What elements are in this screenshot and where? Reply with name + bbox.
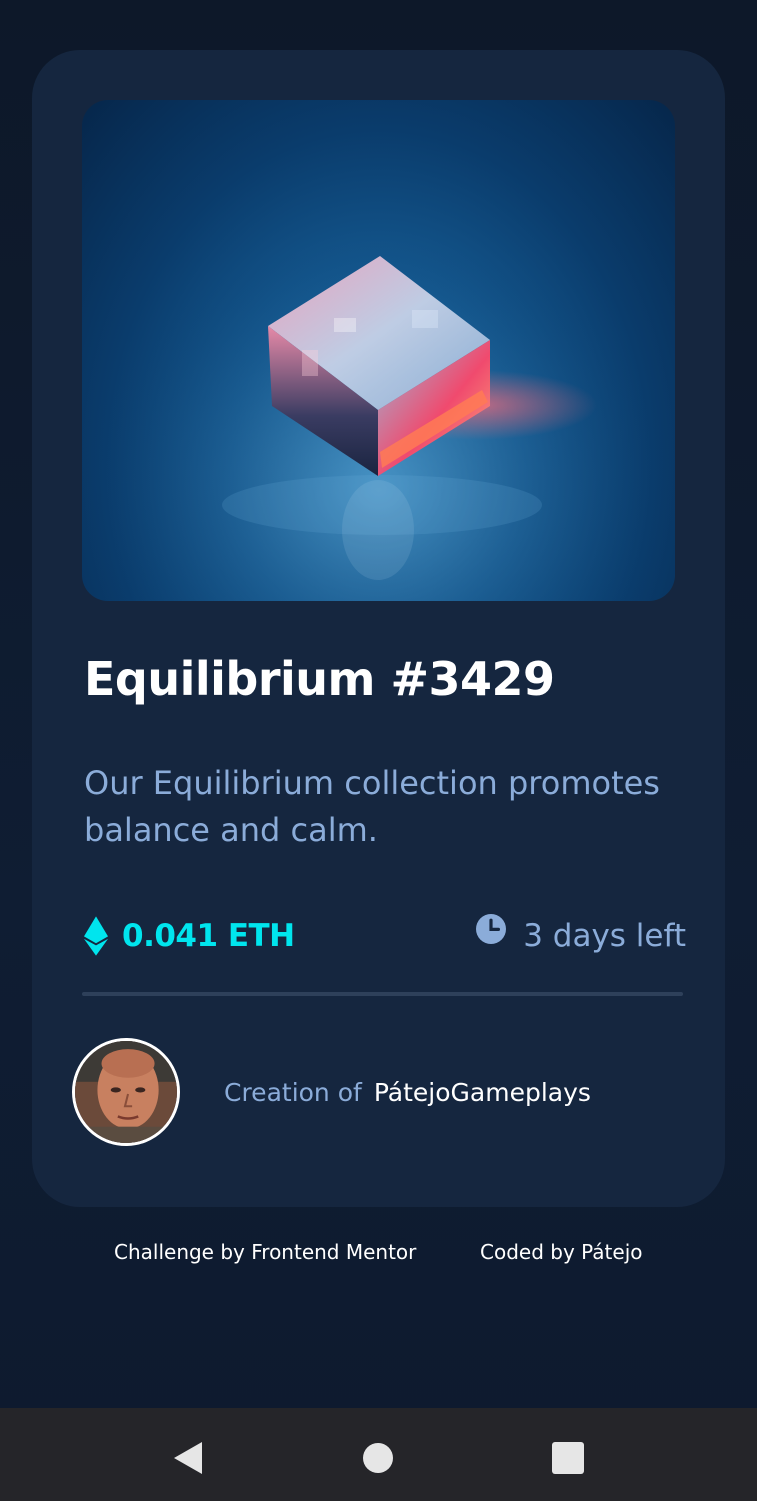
- creator-row: Creation of PátejoGameplays: [72, 1038, 692, 1146]
- ethereum-icon: [84, 916, 108, 956]
- coded-by-link[interactable]: Coded by Pátejo: [480, 1240, 643, 1264]
- nft-title[interactable]: Equilibrium #3429: [84, 652, 684, 706]
- price-info: 0.041 ETH: [84, 908, 295, 964]
- time-info: 3 days left: [476, 908, 686, 964]
- back-icon[interactable]: [170, 1438, 210, 1478]
- challenge-attribution-link[interactable]: Challenge by Frontend Mentor: [114, 1240, 416, 1264]
- app-screen: Equilibrium #3429 Our Equilibrium collec…: [0, 0, 757, 1501]
- attribution-footer: Challenge by Frontend Mentor Coded by Pá…: [0, 1234, 757, 1274]
- creation-label: Creation of: [224, 1077, 362, 1107]
- avatar: [72, 1038, 180, 1146]
- android-nav-bar: [0, 1408, 757, 1501]
- price-value: 0.041 ETH: [122, 918, 295, 954]
- time-left-value: 3 days left: [523, 918, 686, 954]
- clock-icon: [476, 914, 507, 944]
- nft-card: Equilibrium #3429 Our Equilibrium collec…: [32, 50, 725, 1207]
- equilibrium-cube-image: [82, 100, 675, 601]
- creator-avatar-photo: [75, 1041, 177, 1143]
- recents-icon[interactable]: [548, 1438, 588, 1478]
- creator-name-link[interactable]: PátejoGameplays: [374, 1078, 591, 1107]
- nft-description: Our Equilibrium collection promotes bala…: [84, 764, 660, 849]
- divider: [82, 992, 683, 996]
- stats-row: 0.041 ETH 3 days left: [84, 908, 686, 964]
- home-icon[interactable]: [358, 1438, 398, 1478]
- nft-image[interactable]: [82, 100, 675, 601]
